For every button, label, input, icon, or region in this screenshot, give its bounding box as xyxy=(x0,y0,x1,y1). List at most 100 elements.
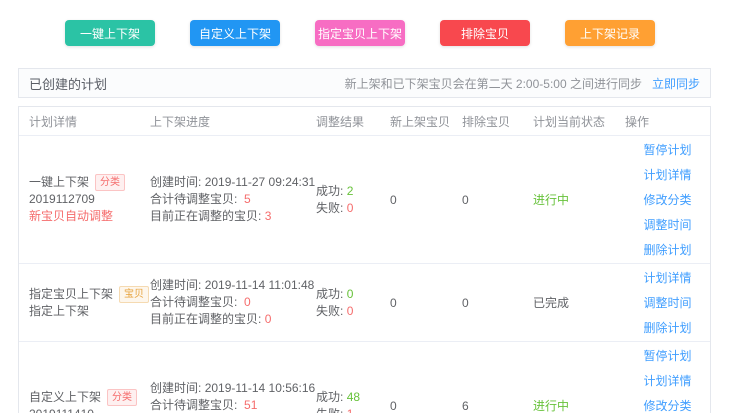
result-cell: 成功: 2 失败: 0 xyxy=(306,178,380,222)
excluded-value: 0 xyxy=(462,296,523,310)
new-items-value: 0 xyxy=(390,296,452,310)
sync-now-link[interactable]: 立即同步 xyxy=(652,75,700,92)
op-link[interactable]: 修改分类 xyxy=(643,191,691,208)
plan-name: 指定宝贝上下架 xyxy=(29,287,113,301)
success-label: 成功: xyxy=(316,390,343,404)
op-link[interactable]: 计划详情 xyxy=(643,372,691,389)
success-value: 48 xyxy=(347,390,360,404)
sync-note: 新上架和已下架宝贝会在第二天 2:00-5:00 之间进行同步 xyxy=(345,75,642,92)
op-link[interactable]: 删除计划 xyxy=(643,319,691,336)
plan-status: 进行中 xyxy=(533,397,610,413)
col-progress: 上下架进度 xyxy=(140,113,306,130)
adjusting-value: 3 xyxy=(265,209,272,223)
plan-sub: 2019112709 xyxy=(29,191,140,208)
plan-status: 已完成 xyxy=(533,294,610,311)
table-row: 一键上下架分类 2019112709 新宝贝自动调整 创建时间: 2019-11… xyxy=(19,136,710,264)
specified-item-shelf-button[interactable]: 指定宝贝上下架 xyxy=(315,20,405,46)
progress-cell: 创建时间: 2019-11-14 10:56:16 合计待调整宝贝: 51 目前… xyxy=(140,375,306,413)
plan-tag: 分类 xyxy=(95,174,125,191)
created-value: 2019-11-27 09:24:31 xyxy=(205,175,316,189)
table-row: 自定义上下架分类 2019111410 创建时间: 2019-11-14 10:… xyxy=(19,342,710,413)
result-cell: 成功: 0 失败: 0 xyxy=(306,281,380,325)
total-pending-value: 0 xyxy=(244,295,251,309)
created-label: 创建时间: xyxy=(150,175,201,189)
excluded-value: 6 xyxy=(462,399,523,413)
exclude-items-button[interactable]: 排除宝贝 xyxy=(440,20,530,46)
adjusting-label: 目前正在调整的宝贝: xyxy=(150,312,261,326)
col-result: 调整结果 xyxy=(306,113,380,130)
success-label: 成功: xyxy=(316,184,343,198)
excluded-cell: 6 xyxy=(452,394,523,413)
op-links: 暂停计划计划详情修改分类调整时间删除计划 xyxy=(610,136,710,263)
col-plan-details: 计划详情 xyxy=(19,113,140,130)
new-items-cell: 0 xyxy=(380,188,452,212)
total-pending-value: 5 xyxy=(244,192,251,206)
adjusting-value: 0 xyxy=(265,312,272,326)
success-value: 0 xyxy=(347,287,354,301)
plan-sub: 2019111410 xyxy=(29,406,140,413)
plans-table: 计划详情 上下架进度 调整结果 新上架宝贝 排除宝贝 计划当前状态 操作 一键上… xyxy=(18,106,711,413)
plan-details-cell: 一键上下架分类 2019112709 新宝贝自动调整 xyxy=(19,169,140,230)
toolbar: 一键上下架 自定义上下架 指定宝贝上下架 排除宝贝 上下架记录 xyxy=(0,0,729,46)
created-plans-header: 已创建的计划 新上架和已下架宝贝会在第二天 2:00-5:00 之间进行同步 立… xyxy=(18,68,711,98)
new-items-value: 0 xyxy=(390,193,452,207)
section-title: 已创建的计划 xyxy=(29,74,107,93)
plan-tag: 分类 xyxy=(107,389,137,406)
success-label: 成功: xyxy=(316,287,343,301)
result-cell: 成功: 48 失败: 1 xyxy=(306,384,380,413)
fail-value: 0 xyxy=(347,304,354,318)
op-link[interactable]: 删除计划 xyxy=(643,241,691,258)
adjusting-label: 目前正在调整的宝贝: xyxy=(150,209,261,223)
total-pending-value: 51 xyxy=(244,398,257,412)
new-items-cell: 0 xyxy=(380,394,452,413)
progress-cell: 创建时间: 2019-11-27 09:24:31 合计待调整宝贝: 5 目前正… xyxy=(140,169,306,230)
new-items-value: 0 xyxy=(390,399,452,413)
progress-cell: 创建时间: 2019-11-14 11:01:48 合计待调整宝贝: 0 目前正… xyxy=(140,272,306,333)
plan-status: 进行中 xyxy=(533,191,610,208)
created-value: 2019-11-14 10:56:16 xyxy=(205,381,316,395)
total-pending-label: 合计待调整宝贝: xyxy=(150,192,237,206)
op-link[interactable]: 暂停计划 xyxy=(643,141,691,158)
plan-details-cell: 自定义上下架分类 2019111410 xyxy=(19,384,140,413)
fail-value: 0 xyxy=(347,201,354,215)
status-cell: 进行中 xyxy=(523,186,610,213)
fail-value: 1 xyxy=(347,407,354,413)
col-actions: 操作 xyxy=(610,113,710,130)
plan-name: 一键上下架 xyxy=(29,175,89,189)
total-pending-label: 合计待调整宝贝: xyxy=(150,398,237,412)
one-key-shelf-button[interactable]: 一键上下架 xyxy=(65,20,155,46)
fail-label: 失败: xyxy=(316,304,343,318)
plan-sub: 指定上下架 xyxy=(29,303,140,320)
created-value: 2019-11-14 11:01:48 xyxy=(205,278,315,292)
total-pending-label: 合计待调整宝贝: xyxy=(150,295,237,309)
fail-label: 失败: xyxy=(316,407,343,413)
new-items-cell: 0 xyxy=(380,291,452,315)
plan-details-cell: 指定宝贝上下架宝贝 指定上下架 xyxy=(19,281,140,325)
op-links: 暂停计划计划详情修改分类调整时间删除计划 xyxy=(610,342,710,413)
table-row: 指定宝贝上下架宝贝 指定上下架 创建时间: 2019-11-14 11:01:4… xyxy=(19,264,710,342)
excluded-cell: 0 xyxy=(452,291,523,315)
op-link[interactable]: 暂停计划 xyxy=(643,347,691,364)
op-link[interactable]: 计划详情 xyxy=(643,269,691,286)
table-body: 一键上下架分类 2019112709 新宝贝自动调整 创建时间: 2019-11… xyxy=(19,136,710,413)
success-value: 2 xyxy=(347,184,354,198)
custom-shelf-button[interactable]: 自定义上下架 xyxy=(190,20,280,46)
plan-extra-note: 新宝贝自动调整 xyxy=(29,208,140,225)
op-link[interactable]: 调整时间 xyxy=(643,216,691,233)
op-link[interactable]: 修改分类 xyxy=(643,397,691,413)
table-header-row: 计划详情 上下架进度 调整结果 新上架宝贝 排除宝贝 计划当前状态 操作 xyxy=(19,107,710,136)
col-new-items: 新上架宝贝 xyxy=(380,113,452,130)
op-links: 计划详情调整时间删除计划 xyxy=(610,264,710,341)
op-link[interactable]: 计划详情 xyxy=(643,166,691,183)
excluded-cell: 0 xyxy=(452,188,523,212)
col-excluded: 排除宝贝 xyxy=(452,113,523,130)
excluded-value: 0 xyxy=(462,193,523,207)
plan-name: 自定义上下架 xyxy=(29,390,101,404)
shelf-records-button[interactable]: 上下架记录 xyxy=(565,20,655,46)
fail-label: 失败: xyxy=(316,201,343,215)
created-label: 创建时间: xyxy=(150,278,201,292)
op-link[interactable]: 调整时间 xyxy=(643,294,691,311)
status-cell: 进行中 xyxy=(523,392,610,413)
created-label: 创建时间: xyxy=(150,381,201,395)
status-cell: 已完成 xyxy=(523,289,610,316)
